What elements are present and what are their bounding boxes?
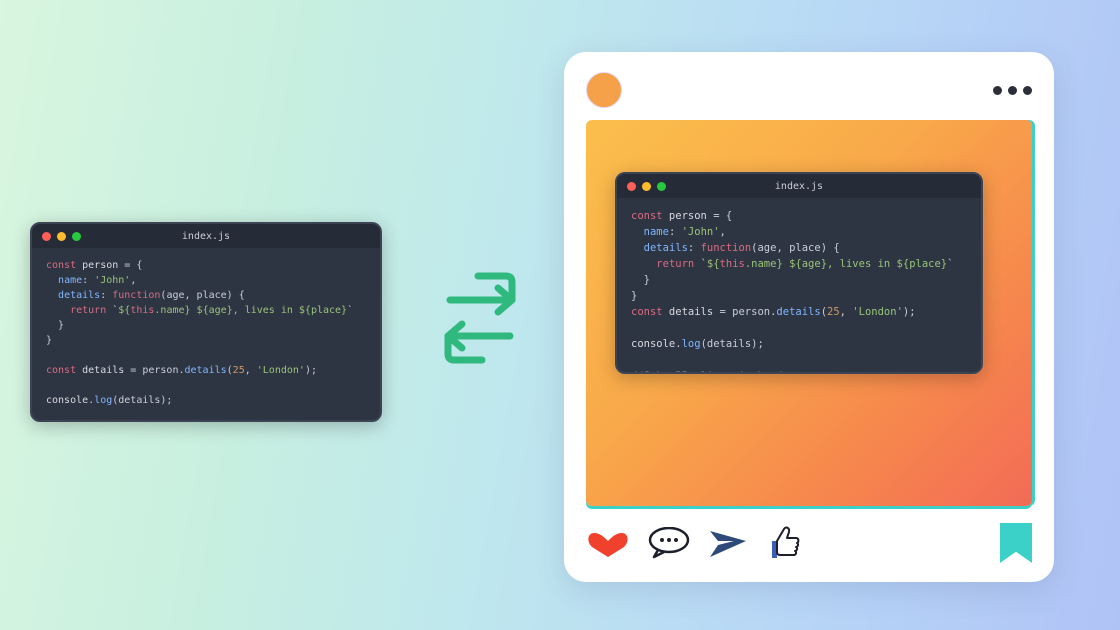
window-title: index.js	[617, 181, 981, 192]
card-header	[586, 70, 1032, 110]
titlebar: index.js	[32, 224, 380, 248]
code-body: const person = { name: 'John', details: …	[617, 198, 981, 374]
code-window-left: index.js const person = { name: 'John', …	[30, 222, 382, 422]
titlebar: index.js	[617, 174, 981, 198]
more-menu-icon[interactable]	[993, 86, 1032, 95]
comment-icon[interactable]	[648, 527, 690, 559]
bookmark-icon[interactable]	[1000, 523, 1032, 563]
code-body: const person = { name: 'John', details: …	[32, 248, 380, 422]
code-window-right: index.js const person = { name: 'John', …	[615, 172, 983, 374]
bidirectional-arrows-icon	[420, 270, 540, 370]
card-actions	[586, 520, 1032, 566]
send-icon[interactable]	[708, 527, 748, 559]
heart-icon[interactable]	[586, 527, 630, 559]
window-title: index.js	[32, 231, 380, 242]
avatar[interactable]	[586, 72, 622, 108]
like-icon[interactable]	[766, 526, 800, 560]
